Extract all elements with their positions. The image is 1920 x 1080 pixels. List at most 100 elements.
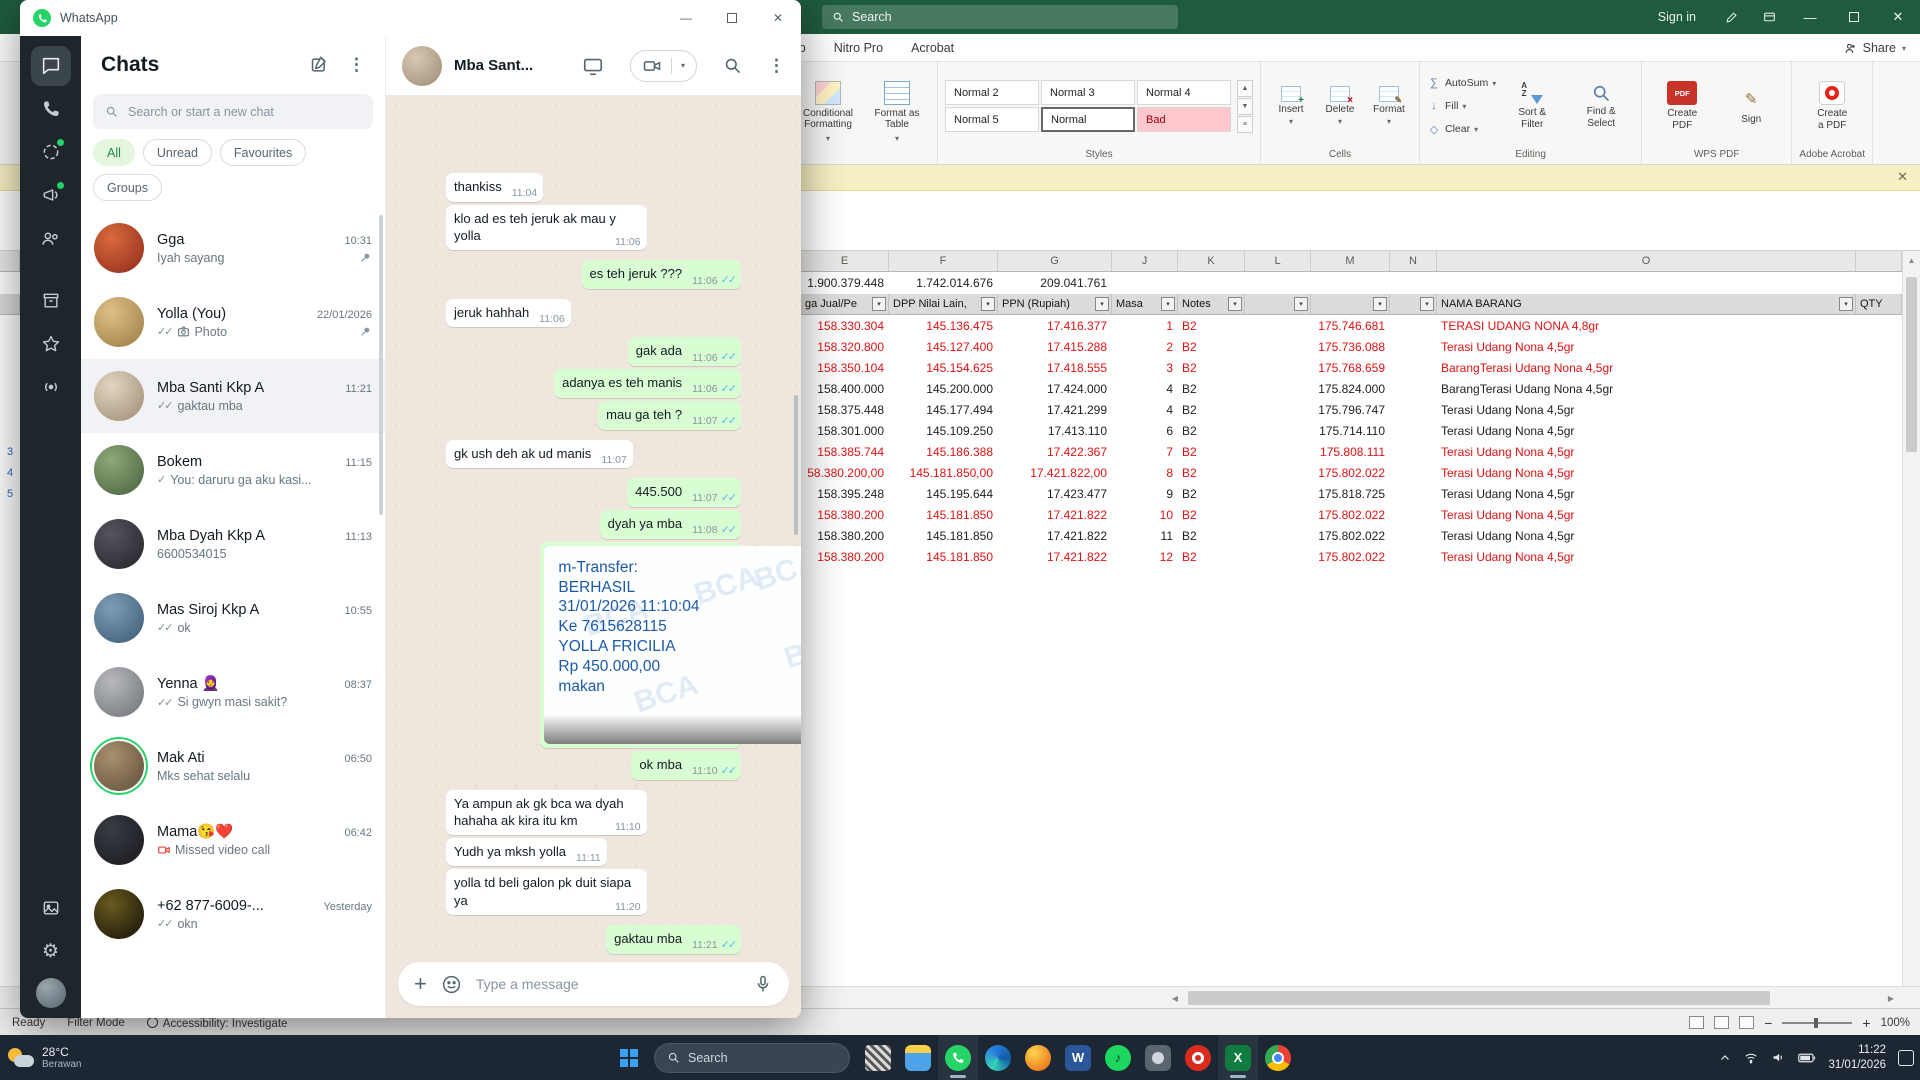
data-cell[interactable]: 175.802.022: [1311, 525, 1390, 546]
data-cell[interactable]: [1856, 441, 1902, 462]
taskbar-app-camera[interactable]: [1138, 1035, 1178, 1080]
data-cell[interactable]: [1245, 315, 1311, 336]
data-cell[interactable]: 145.136.475: [889, 315, 998, 336]
totals-cell[interactable]: [1311, 272, 1390, 294]
zoom-slider[interactable]: [1782, 1022, 1852, 1024]
whatsapp-close-button[interactable]: ✕: [755, 0, 801, 36]
data-cell[interactable]: 175.796.747: [1311, 399, 1390, 420]
message-bubble[interactable]: es teh jeruk ???11:06✓✓: [582, 260, 741, 289]
data-cell[interactable]: 175.768.659: [1311, 357, 1390, 378]
data-cell[interactable]: 17.421.822: [998, 504, 1112, 525]
message-bubble[interactable]: thankiss11:04: [446, 173, 543, 201]
settings-gear-icon[interactable]: ⚙: [31, 931, 71, 971]
taskbar-weather-widget[interactable]: 28°C Berawan: [8, 1035, 81, 1080]
vscroll-thumb[interactable]: [1906, 277, 1917, 452]
data-cell[interactable]: 17.422.367: [998, 441, 1112, 462]
data-cell[interactable]: [1856, 378, 1902, 399]
chat-list-item[interactable]: Bokem 11:15 ✓ You: daruru ga aku kasi...: [81, 433, 385, 507]
totals-cell[interactable]: 1.742.014.676: [889, 272, 998, 294]
filter-pill-favourites[interactable]: Favourites: [220, 139, 306, 166]
data-cell[interactable]: [1245, 378, 1311, 399]
data-cell[interactable]: [1856, 336, 1902, 357]
data-cell[interactable]: 1: [1112, 315, 1178, 336]
data-cell[interactable]: B2: [1178, 504, 1245, 525]
contact-name[interactable]: Mba Sant...: [454, 57, 556, 74]
scroll-up-icon[interactable]: ▲: [1903, 251, 1920, 269]
filter-dropdown-icon[interactable]: ▾: [981, 297, 995, 311]
filter-pill-groups[interactable]: Groups: [93, 174, 162, 201]
data-cell[interactable]: 7: [1112, 441, 1178, 462]
row-number[interactable]: [0, 525, 20, 546]
message-bubble[interactable]: Yudh ya mksh yolla11:11: [446, 838, 607, 866]
new-chat-icon[interactable]: [310, 55, 330, 75]
message-bubble[interactable]: mau ga teh ?11:07✓✓: [598, 401, 741, 430]
data-cell[interactable]: [1856, 462, 1902, 483]
row-number[interactable]: 5: [0, 483, 20, 504]
find-select-button[interactable]: Find & Select: [1568, 83, 1634, 129]
excel-maximize-button[interactable]: [1832, 0, 1876, 34]
filter-pill-unread[interactable]: Unread: [143, 139, 212, 166]
data-cell[interactable]: Terasi Udang Nona 4,5gr: [1437, 462, 1856, 483]
whatsapp-maximize-button[interactable]: [709, 0, 755, 36]
data-cell[interactable]: 175.818.725: [1311, 483, 1390, 504]
data-cell[interactable]: [1856, 483, 1902, 504]
styles-scroll-down[interactable]: ▼: [1237, 98, 1253, 115]
column-header-E[interactable]: E: [801, 251, 889, 271]
taskbar-app-acrobat[interactable]: [1178, 1035, 1218, 1080]
data-cell[interactable]: 145.109.250: [889, 420, 998, 441]
chat-list-item[interactable]: Yolla (You) 22/01/2026 ✓✓ Photo: [81, 285, 385, 359]
data-cell[interactable]: [1390, 483, 1437, 504]
row-number[interactable]: [0, 357, 20, 378]
wifi-icon[interactable]: [1743, 1051, 1759, 1065]
mic-icon[interactable]: [753, 974, 773, 994]
chat-list-item[interactable]: Gga 10:31 Iyah sayang: [81, 211, 385, 285]
data-cell[interactable]: 145.127.400: [889, 336, 998, 357]
data-cell[interactable]: 175.802.022: [1311, 462, 1390, 483]
data-cell[interactable]: 2: [1112, 336, 1178, 357]
data-cell[interactable]: 175.808.111: [1311, 441, 1390, 462]
data-cell[interactable]: [1856, 525, 1902, 546]
column-header-G[interactable]: G: [998, 251, 1112, 271]
filter-header-blank[interactable]: ▾: [1311, 294, 1390, 314]
column-header-K[interactable]: K: [1178, 251, 1245, 271]
filter-header-masa[interactable]: Masa▾: [1112, 294, 1178, 314]
create-pdf-button[interactable]: PDF Create PDF: [1649, 81, 1715, 131]
scroll-right-icon[interactable]: ▶: [1882, 990, 1900, 1006]
data-cell[interactable]: 17.421.822: [998, 525, 1112, 546]
data-cell[interactable]: 145.200.000: [889, 378, 998, 399]
data-cell[interactable]: 158.400.000: [801, 378, 889, 399]
data-cell[interactable]: 4: [1112, 399, 1178, 420]
totals-cell[interactable]: [1245, 272, 1311, 294]
row-number[interactable]: [0, 336, 20, 357]
style-cell-normal[interactable]: Normal: [1041, 107, 1135, 132]
data-cell[interactable]: 145.181.850: [889, 546, 998, 567]
data-cell[interactable]: [1856, 399, 1902, 420]
data-cell[interactable]: 9: [1112, 483, 1178, 504]
sidebar-item-communities[interactable]: [31, 218, 71, 258]
data-cell[interactable]: 58.380.200,00: [801, 462, 889, 483]
data-cell[interactable]: 3: [1112, 357, 1178, 378]
message-bubble[interactable]: Ya ampun ak gk bca wa dyah hahaha ak kir…: [446, 790, 647, 836]
data-cell[interactable]: B2: [1178, 315, 1245, 336]
filter-dropdown-icon[interactable]: ▾: [1839, 297, 1853, 311]
hscroll-thumb[interactable]: [1188, 991, 1770, 1005]
filter-dropdown-icon[interactable]: ▾: [1373, 297, 1387, 311]
taskbar-search[interactable]: Search: [654, 1043, 850, 1073]
conversation-search-icon[interactable]: [723, 56, 742, 75]
data-cell[interactable]: 17.421.822,00: [998, 462, 1112, 483]
sign-in-button[interactable]: Sign in: [1642, 10, 1712, 24]
zoom-out-icon[interactable]: −: [1764, 1015, 1772, 1031]
sidebar-item-channels[interactable]: [31, 175, 71, 215]
data-cell[interactable]: Terasi Udang Nona 4,5gr: [1437, 546, 1856, 567]
message-bubble[interactable]: dyah ya mba11:08✓✓: [600, 510, 741, 539]
data-cell[interactable]: 158.380.200: [801, 504, 889, 525]
data-cell[interactable]: BarangTerasi Udang Nona 4,5gr: [1437, 357, 1856, 378]
data-cell[interactable]: [1390, 399, 1437, 420]
message-bubble[interactable]: 445.50011:07✓✓: [627, 478, 741, 507]
sidebar-item-starred[interactable]: [31, 324, 71, 364]
message-bubble[interactable]: jeruk hahhah11:06: [446, 299, 571, 327]
chat-list-item[interactable]: Mba Dyah Kkp A 11:13 6600534015: [81, 507, 385, 581]
chat-list-item[interactable]: Yenna 🧕 08:37 ✓✓ Si gwyn masi sakit?: [81, 655, 385, 729]
whatsapp-minimize-button[interactable]: —: [663, 0, 709, 36]
data-cell[interactable]: 158.350.104: [801, 357, 889, 378]
